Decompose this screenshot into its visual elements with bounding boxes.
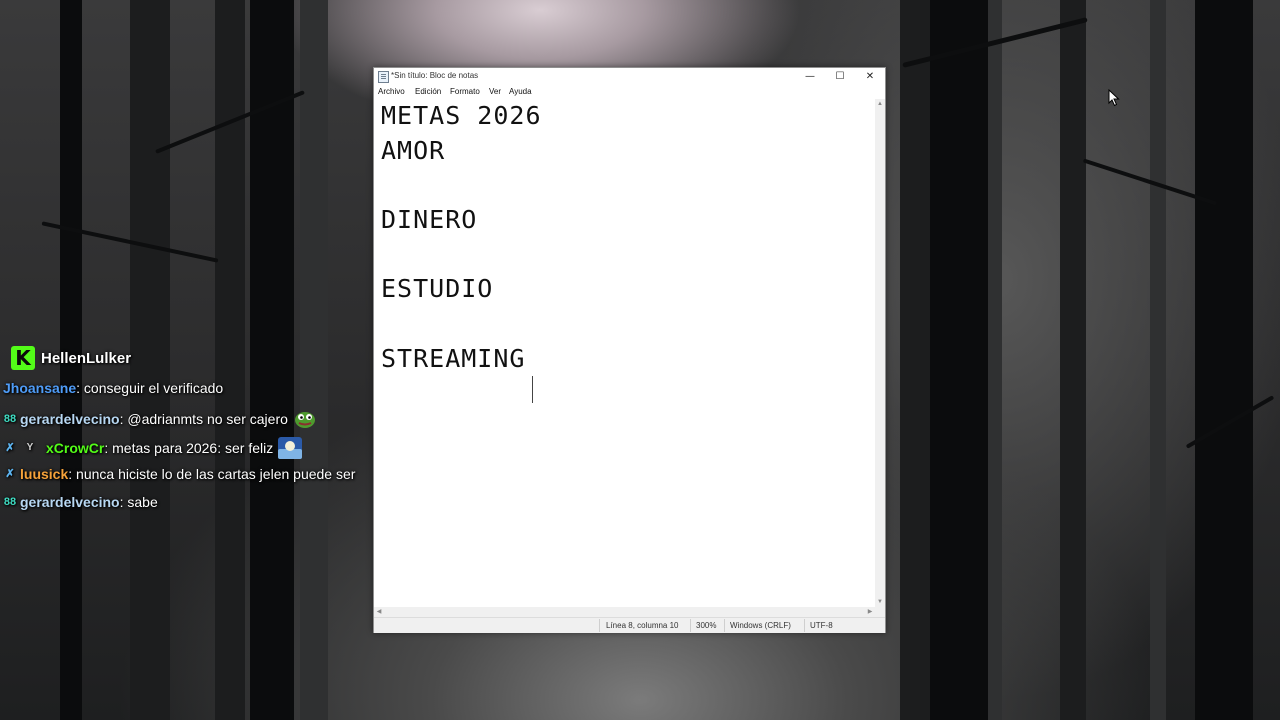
notepad-window[interactable]: *Sin título: Bloc de notas — ☐ ✕ Archivo… bbox=[373, 67, 886, 633]
badge-88-icon: 88 bbox=[3, 413, 17, 425]
notepad-app-icon bbox=[378, 71, 389, 83]
menu-edicion[interactable]: Edición bbox=[415, 87, 441, 96]
scroll-down-icon[interactable]: ▼ bbox=[875, 597, 885, 607]
text-line: DINERO bbox=[381, 205, 478, 234]
chat-header: K HellenLulker bbox=[11, 346, 131, 370]
close-button[interactable]: ✕ bbox=[855, 68, 885, 85]
horizontal-scrollbar[interactable]: ◀ ▶ bbox=[374, 607, 875, 617]
badge-88-icon: 88 bbox=[3, 496, 17, 508]
sword-badge-icon: ✗ bbox=[5, 442, 15, 454]
chat-text: : conseguir el verificado bbox=[76, 380, 224, 396]
scroll-right-icon[interactable]: ▶ bbox=[865, 607, 875, 617]
chat-username: gerardelvecino bbox=[20, 494, 120, 510]
chat-username: gerardelvecino bbox=[20, 411, 120, 427]
text-line: ESTUDIO bbox=[381, 274, 494, 303]
window-title: *Sin título: Bloc de notas bbox=[391, 71, 479, 80]
sword-badge-icon: ✗ bbox=[5, 468, 15, 480]
kick-logo-icon: K bbox=[11, 346, 35, 370]
scroll-left-icon[interactable]: ◀ bbox=[374, 607, 384, 617]
line-ending: Windows (CRLF) bbox=[730, 621, 791, 630]
chat-text: : nunca hiciste lo de las cartas jelen p… bbox=[68, 466, 356, 482]
chat-username: luusick bbox=[20, 466, 69, 482]
chat-text: : sabe bbox=[119, 494, 158, 510]
scroll-up-icon[interactable]: ▲ bbox=[875, 99, 885, 109]
streamer-name: HellenLulker bbox=[41, 349, 132, 367]
minimize-button[interactable]: — bbox=[795, 68, 825, 85]
sub-badge-icon: Y bbox=[26, 442, 34, 453]
mouse-cursor-icon bbox=[1108, 89, 1120, 107]
zoom-level: 300% bbox=[696, 621, 717, 630]
menu-formato[interactable]: Formato bbox=[450, 87, 480, 96]
text-line: AMOR bbox=[381, 136, 446, 165]
chat-message: 88 gerardelvecino : @adrianmts no ser ca… bbox=[3, 408, 317, 430]
cursor-position: Línea 8, columna 10 bbox=[606, 621, 679, 630]
status-bar: Línea 8, columna 10 300% Windows (CRLF) … bbox=[374, 617, 885, 633]
chat-text: : @adrianmts no ser cajero bbox=[119, 411, 288, 427]
menu-archivo[interactable]: Archivo bbox=[378, 87, 405, 96]
maximize-button[interactable]: ☐ bbox=[825, 68, 855, 85]
text-caret bbox=[532, 376, 533, 403]
menu-bar: Archivo Edición Formato Ver Ayuda bbox=[374, 85, 885, 99]
chat-text: : metas para 2026: ser feliz bbox=[104, 440, 274, 456]
scrollbar-corner bbox=[875, 607, 885, 617]
menu-ver[interactable]: Ver bbox=[489, 87, 501, 96]
chat-message: ✗ luusick : nunca hiciste lo de las cart… bbox=[3, 466, 355, 482]
chat-message: ✗ Y xCrowCr : metas para 2026: ser feliz bbox=[3, 437, 303, 459]
menu-ayuda[interactable]: Ayuda bbox=[509, 87, 532, 96]
vertical-scrollbar[interactable]: ▲ ▼ bbox=[875, 99, 885, 607]
chat-username: Jhoansane bbox=[3, 380, 77, 396]
sunset-emote-icon bbox=[278, 437, 303, 459]
text-line: METAS 2026 bbox=[381, 101, 542, 130]
text-line: STREAMING bbox=[381, 344, 526, 373]
text-editor-area[interactable]: METAS 2026 AMOR DINERO ESTUDIO STREAMING bbox=[375, 99, 874, 607]
encoding: UTF-8 bbox=[810, 621, 833, 630]
chat-message: 88 gerardelvecino : sabe bbox=[3, 494, 158, 510]
chat-message: Jhoansane : conseguir el verificado bbox=[3, 380, 223, 396]
chat-username: xCrowCr bbox=[46, 440, 105, 456]
pepe-emote-icon bbox=[293, 408, 317, 430]
title-bar[interactable]: *Sin título: Bloc de notas — ☐ ✕ bbox=[374, 68, 885, 85]
